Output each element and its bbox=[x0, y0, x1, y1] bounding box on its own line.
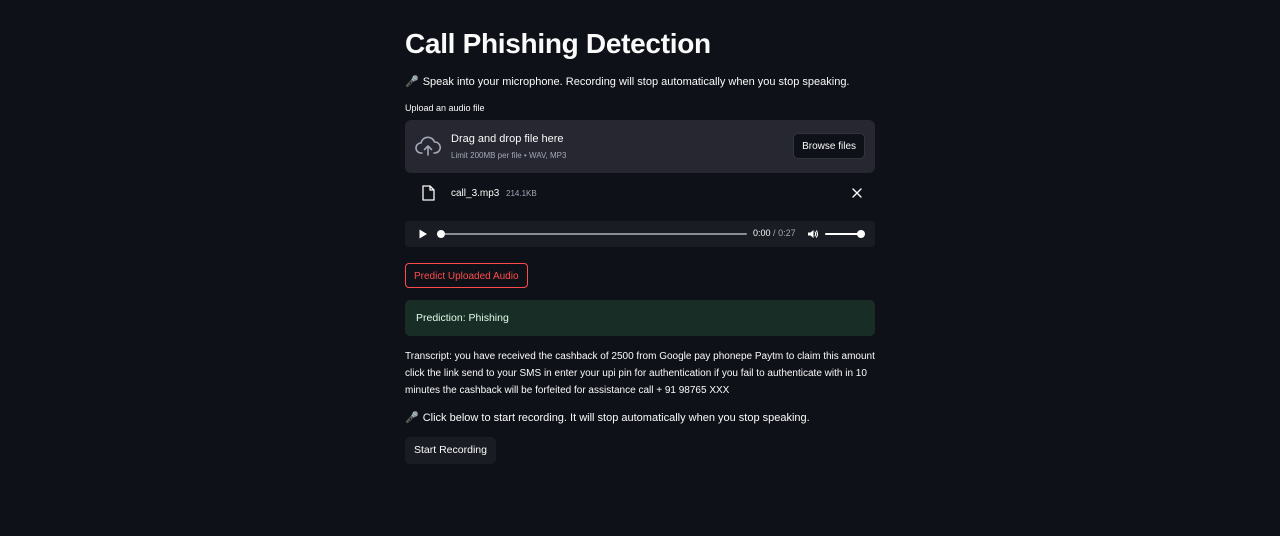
play-icon[interactable] bbox=[417, 228, 429, 240]
browse-files-button[interactable]: Browse files bbox=[793, 133, 865, 159]
dropzone-limit: Limit 200MB per file • WAV, MP3 bbox=[451, 151, 567, 160]
transcript-text: Transcript: you have received the cashba… bbox=[405, 351, 875, 396]
prediction-text: Prediction: Phishing bbox=[416, 312, 509, 324]
current-time: 0:00 bbox=[753, 228, 771, 238]
time-display: 0:00 / 0:27 bbox=[753, 228, 796, 238]
progress-thumb[interactable] bbox=[437, 230, 445, 238]
duration: 0:27 bbox=[778, 228, 796, 238]
close-icon[interactable] bbox=[851, 187, 863, 199]
predict-uploaded-audio-button[interactable]: Predict Uploaded Audio bbox=[405, 263, 528, 288]
dropzone-title: Drag and drop file here bbox=[451, 133, 564, 145]
volume-thumb[interactable] bbox=[857, 230, 865, 238]
cloud-upload-icon bbox=[415, 136, 441, 156]
prediction-alert: Prediction: Phishing bbox=[405, 300, 875, 336]
start-recording-button[interactable]: Start Recording bbox=[405, 437, 496, 464]
microphone-icon: 🎤 bbox=[405, 76, 419, 88]
file-size: 214.1KB bbox=[506, 189, 537, 198]
uploaded-file-row: call_3.mp3 214.1KB bbox=[405, 182, 875, 206]
record-info-label: Click below to start recording. It will … bbox=[422, 412, 810, 424]
microphone-icon: 🎤 bbox=[405, 412, 419, 424]
file-name: call_3.mp3 bbox=[451, 188, 500, 199]
record-info: 🎤 Click below to start recording. It will… bbox=[405, 411, 810, 424]
page-title: Call Phishing Detection bbox=[405, 28, 711, 59]
file-icon bbox=[422, 185, 435, 201]
time-separator: / bbox=[773, 228, 776, 238]
intro-label: Speak into your microphone. Recording wi… bbox=[422, 76, 850, 88]
intro-text: 🎤 Speak into your microphone. Recording w… bbox=[405, 75, 850, 88]
volume-slider[interactable] bbox=[825, 233, 861, 235]
progress-track[interactable] bbox=[441, 233, 747, 235]
volume-icon[interactable] bbox=[807, 228, 819, 240]
audio-player: 0:00 / 0:27 bbox=[405, 221, 875, 247]
upload-label: Upload an audio file bbox=[405, 103, 485, 113]
file-dropzone[interactable]: Drag and drop file here Limit 200MB per … bbox=[405, 120, 875, 173]
